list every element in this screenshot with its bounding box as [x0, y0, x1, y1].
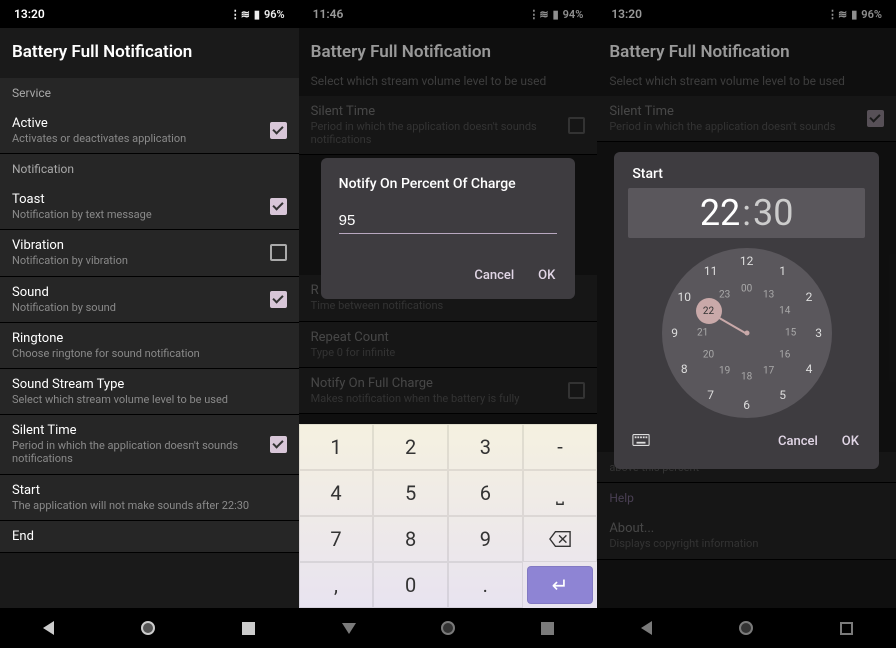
key-9[interactable]: 9 — [448, 516, 523, 562]
dialog-title: Notify On Percent Of Charge — [339, 176, 558, 192]
key-5[interactable]: 5 — [373, 470, 448, 516]
time-picker-title: Start — [628, 166, 865, 182]
clock-hour-2[interactable]: 2 — [806, 290, 813, 304]
clock-hour-7[interactable]: 7 — [707, 388, 714, 402]
item-end[interactable]: End — [0, 521, 299, 553]
clock-hour-11[interactable]: 11 — [704, 264, 718, 278]
cancel-button[interactable]: Cancel — [472, 262, 516, 289]
time-minute[interactable]: 30 — [753, 192, 793, 234]
clock-hour-10[interactable]: 10 — [678, 290, 692, 304]
percent-input[interactable] — [339, 210, 558, 234]
clock-selected[interactable]: 22 — [696, 298, 722, 324]
key-minus[interactable]: - — [523, 424, 598, 470]
clock-hour-12[interactable]: 12 — [740, 254, 754, 268]
clock-hour-8[interactable]: 8 — [681, 362, 688, 376]
key-4[interactable]: 4 — [299, 470, 374, 516]
item-start[interactable]: StartThe application will not make sound… — [0, 475, 299, 521]
clock-hour-19[interactable]: 19 — [719, 366, 730, 377]
key-backspace[interactable] — [523, 516, 598, 562]
section-notification: Notification — [0, 154, 299, 184]
wifi-icon: ⋮≋ — [230, 8, 250, 21]
key-7[interactable]: 7 — [299, 516, 374, 562]
page-title: Battery Full Notification — [0, 28, 299, 78]
section-service: Service — [0, 78, 299, 108]
checkbox-toast[interactable] — [270, 198, 287, 215]
numeric-keypad: 1 2 3 - 4 5 6 ⎵ 7 8 9 , 0 . ↵ — [299, 424, 598, 608]
percent-dialog: Notify On Percent Of Charge Cancel OK — [321, 158, 576, 299]
status-time: 13:20 — [14, 7, 45, 21]
item-sound[interactable]: SoundNotification by sound — [0, 277, 299, 323]
clock-hour-17[interactable]: 17 — [763, 366, 774, 377]
battery-percent: 96% — [264, 8, 285, 21]
key-2[interactable]: 2 — [373, 424, 448, 470]
time-picker-dialog: Start 22:30 12 00 1 13 2 14 3 15 4 16 5 17 6 18 7 19 8 20… — [614, 152, 879, 469]
checkbox-vibration[interactable] — [270, 244, 287, 261]
screen-percent-dialog: 11:46 ⋮≋ ▮ 94% Battery Full Notification… — [299, 0, 598, 648]
nav-bar — [0, 608, 299, 648]
clock-hour-14[interactable]: 14 — [779, 306, 790, 317]
clock-hour-9[interactable]: 9 — [671, 326, 678, 340]
key-3[interactable]: 3 — [448, 424, 523, 470]
screen-settings-list: 13:20 ⋮≋ ▮ 96% Battery Full Notification… — [0, 0, 299, 648]
key-enter[interactable]: ↵ — [527, 566, 594, 604]
key-8[interactable]: 8 — [373, 516, 448, 562]
key-comma[interactable]: , — [299, 562, 374, 608]
clock-hour-18[interactable]: 18 — [741, 372, 752, 383]
clock-hour-23[interactable]: 23 — [719, 289, 730, 300]
time-display[interactable]: 22:30 — [628, 188, 865, 238]
ok-button[interactable]: OK — [840, 428, 861, 455]
keyboard-icon[interactable] — [632, 432, 650, 451]
checkbox-silent[interactable] — [270, 436, 287, 453]
clock-hour-00[interactable]: 00 — [741, 284, 752, 295]
battery-icon: ▮ — [254, 8, 260, 21]
clock-hour-15[interactable]: 15 — [785, 328, 796, 339]
status-bar: 13:20 ⋮≋ ▮ 96% — [0, 0, 299, 28]
key-dot[interactable]: . — [448, 562, 523, 608]
status-right: ⋮≋ ▮ 96% — [230, 8, 285, 21]
cancel-button[interactable]: Cancel — [776, 428, 820, 455]
clock-hour-5[interactable]: 5 — [779, 388, 786, 402]
item-ringtone[interactable]: RingtoneChoose ringtone for sound notifi… — [0, 323, 299, 369]
clock-hour-16[interactable]: 16 — [779, 350, 790, 361]
clock-hour-13[interactable]: 13 — [763, 289, 774, 300]
item-vibration[interactable]: VibrationNotification by vibration — [0, 230, 299, 276]
key-space[interactable]: ⎵ — [523, 470, 598, 516]
nav-back-icon[interactable] — [43, 621, 54, 635]
key-1[interactable]: 1 — [299, 424, 374, 470]
time-hour[interactable]: 22 — [700, 192, 740, 234]
item-stream[interactable]: Sound Stream TypeSelect which stream vol… — [0, 369, 299, 415]
clock-hour-20[interactable]: 20 — [703, 350, 714, 361]
clock-hour-1[interactable]: 1 — [779, 264, 786, 278]
ok-button[interactable]: OK — [536, 262, 557, 289]
item-active[interactable]: ActiveActivates or deactivates applicati… — [0, 108, 299, 154]
nav-recent-icon[interactable] — [242, 622, 255, 635]
clock-hour-6[interactable]: 6 — [743, 398, 750, 412]
clock-hour-21[interactable]: 21 — [697, 328, 708, 339]
key-0[interactable]: 0 — [373, 562, 448, 608]
clock-hour-3[interactable]: 3 — [815, 326, 822, 340]
checkbox-active[interactable] — [270, 122, 287, 139]
item-silent[interactable]: Silent TimePeriod in which the applicati… — [0, 415, 299, 474]
clock-hour-4[interactable]: 4 — [806, 362, 813, 376]
nav-home-icon[interactable] — [141, 621, 155, 635]
screen-time-picker: 13:20 ⋮≋ ▮ 96% Battery Full Notification… — [597, 0, 896, 648]
checkbox-sound[interactable] — [270, 291, 287, 308]
item-toast[interactable]: ToastNotification by text message — [0, 184, 299, 230]
clock-face[interactable]: 12 00 1 13 2 14 3 15 4 16 5 17 6 18 7 19 8 20 9 21 10 22 1123 — [662, 248, 832, 418]
key-6[interactable]: 6 — [448, 470, 523, 516]
